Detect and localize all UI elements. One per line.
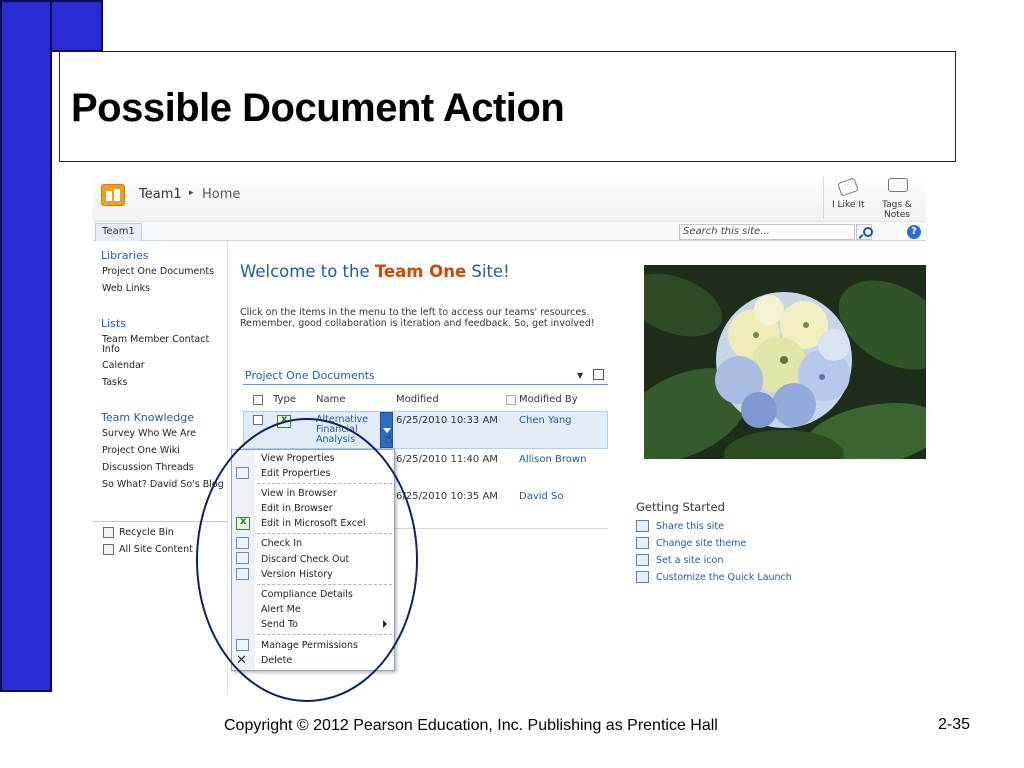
- quick-launch: Libraries Project One Documents Web Link…: [93, 241, 228, 695]
- breadcrumb-page: Home: [202, 187, 241, 202]
- intro-text: Click on the items in the menu to the le…: [240, 307, 595, 329]
- site-icon-icon: [636, 554, 649, 566]
- column-header-name[interactable]: Name: [316, 394, 346, 405]
- ql-item-tasks[interactable]: Tasks: [102, 378, 226, 388]
- ql-heading-lists[interactable]: Lists: [101, 317, 126, 330]
- column-header-type[interactable]: Type: [273, 394, 296, 405]
- top-navigation: Team1 Search this site... ?: [93, 221, 926, 241]
- welcome-team-name: Team One: [374, 262, 467, 281]
- recycle-bin-icon: [103, 527, 114, 538]
- ql-item-discussion-threads[interactable]: Discussion Threads: [102, 463, 226, 473]
- like-tag-icon[interactable]: [837, 177, 859, 197]
- tags-notes-label[interactable]: Tags & Notes: [879, 200, 915, 220]
- column-header-modified-by[interactable]: Modified By: [519, 394, 578, 405]
- help-icon[interactable]: ?: [907, 225, 921, 239]
- gs-change-theme[interactable]: Change site theme: [656, 538, 746, 549]
- ql-heading-libraries[interactable]: Libraries: [101, 249, 149, 262]
- gs-customize-quick-launch[interactable]: Customize the Quick Launch: [656, 572, 792, 583]
- like-button-label[interactable]: I Like It: [832, 200, 865, 210]
- gs-set-site-icon[interactable]: Set a site icon: [656, 555, 723, 566]
- site-header: Team1 ▸ Home I Like It Tags & Notes: [93, 175, 926, 221]
- row-modified-by[interactable]: David So: [519, 491, 564, 502]
- footer-copyright: Copyright © 2012 Pearson Education, Inc.…: [224, 717, 718, 734]
- row-modified-by[interactable]: Allison Brown: [519, 454, 586, 465]
- ql-item-survey[interactable]: Survey Who We Are: [102, 429, 226, 439]
- tags-notes-icon[interactable]: [888, 178, 908, 192]
- welcome-suffix: Site!: [466, 262, 510, 281]
- welcome-prefix: Welcome to the: [240, 262, 375, 281]
- modified-by-column-icon: [506, 395, 516, 405]
- header-divider: [823, 177, 824, 219]
- row-modified-by[interactable]: Chen Yang: [519, 415, 572, 426]
- select-all-checkbox[interactable]: [253, 395, 263, 405]
- slide-title: Possible Document Action: [71, 86, 565, 130]
- webpart-menu-icon[interactable]: ▼: [577, 371, 583, 380]
- ql-item-blog[interactable]: So What? David So's Blog: [102, 480, 226, 490]
- share-site-icon: [636, 520, 649, 532]
- slide-accent-bar-left: [0, 0, 52, 692]
- ql-item-calendar[interactable]: Calendar: [102, 361, 226, 371]
- column-header-modified[interactable]: Modified: [396, 394, 439, 405]
- site-logo-icon[interactable]: [101, 184, 125, 206]
- search-icon[interactable]: [856, 224, 873, 240]
- slide-page-number: 2-35: [938, 716, 971, 733]
- site-theme-icon: [636, 537, 649, 549]
- getting-started-title: Getting Started: [636, 500, 725, 514]
- hand-cursor-icon: ☝: [384, 431, 393, 447]
- hydrangea-photo: [644, 265, 926, 459]
- search-input[interactable]: Search this site...: [679, 224, 855, 240]
- row-modified: 6/25/2010 11:40 AM: [396, 454, 498, 465]
- highlight-oval: [196, 418, 418, 702]
- ql-item-web-links[interactable]: Web Links: [102, 284, 226, 294]
- tab-team1[interactable]: Team1: [95, 223, 142, 241]
- ql-item-team-member-contact-info[interactable]: Team Member Contact Info: [102, 335, 226, 355]
- row-checkbox[interactable]: [253, 415, 263, 425]
- webpart-select-checkbox[interactable]: [593, 369, 604, 380]
- doclib-title-rule: [243, 384, 608, 385]
- quick-launch-icon: [636, 571, 649, 583]
- row-modified: 6/25/2010 10:35 AM: [396, 491, 498, 502]
- breadcrumb-separator-icon: ▸: [189, 188, 194, 198]
- gs-share-site[interactable]: Share this site: [656, 521, 724, 532]
- breadcrumb-site[interactable]: Team1: [139, 187, 182, 202]
- hydrangea-image: [644, 265, 926, 459]
- row-modified: 6/25/2010 10:33 AM: [396, 415, 498, 426]
- ql-item-project-one-documents[interactable]: Project One Documents: [102, 267, 226, 277]
- all-site-content-icon: [103, 544, 114, 555]
- ql-heading-team-knowledge[interactable]: Team Knowledge: [101, 411, 194, 424]
- doclib-title[interactable]: Project One Documents: [245, 369, 375, 382]
- ql-item-project-one-wiki[interactable]: Project One Wiki: [102, 446, 226, 456]
- welcome-heading: Welcome to the Team One Site!: [240, 262, 510, 281]
